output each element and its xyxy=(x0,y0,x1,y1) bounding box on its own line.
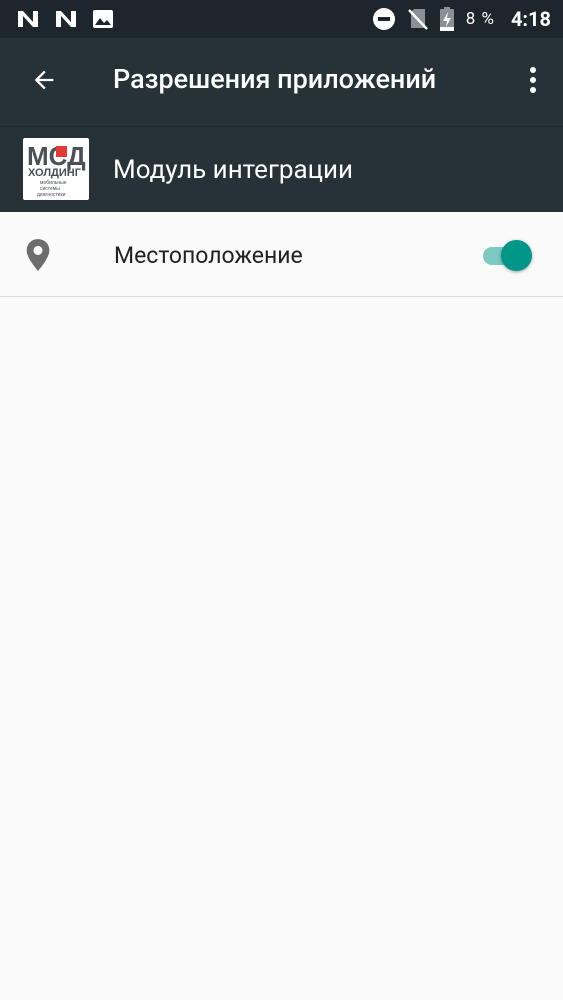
battery-percent: 8 % xyxy=(465,9,495,29)
svg-text:диагностики: диагностики xyxy=(37,192,66,198)
status-bar-system: 8 % 4:18 xyxy=(372,0,551,38)
arrow-back-icon xyxy=(30,66,58,98)
battery-charging-icon xyxy=(439,7,454,31)
status-bar-notifications xyxy=(16,0,114,38)
location-permission-switch[interactable] xyxy=(481,240,533,271)
app-name: Модуль интеграции xyxy=(113,155,354,185)
no-sim-icon xyxy=(407,7,428,31)
back-button[interactable] xyxy=(22,60,66,104)
image-notification-icon xyxy=(92,9,114,29)
page-title: Разрешения приложений xyxy=(113,63,437,95)
location-pin-icon xyxy=(24,238,52,272)
clock: 4:18 xyxy=(510,7,551,31)
permission-label: Местоположение xyxy=(114,242,303,269)
do-not-disturb-icon xyxy=(372,7,396,31)
app-logo: МСД ХОЛДИНГ мобильные системы диагностик… xyxy=(23,138,89,200)
permission-row-location[interactable]: Местоположение xyxy=(0,212,563,297)
more-options-button[interactable] xyxy=(517,60,549,104)
svg-text:ХОЛДИНГ: ХОЛДИНГ xyxy=(28,167,82,179)
app-bar: Разрешения приложений xyxy=(0,38,563,126)
more-vert-icon xyxy=(529,66,537,98)
status-bar: 8 % 4:18 xyxy=(0,0,563,38)
switch-thumb xyxy=(501,240,532,271)
n-notification-icon xyxy=(16,9,40,29)
app-header: МСД ХОЛДИНГ мобильные системы диагностик… xyxy=(0,126,563,212)
n-notification-icon xyxy=(54,9,78,29)
